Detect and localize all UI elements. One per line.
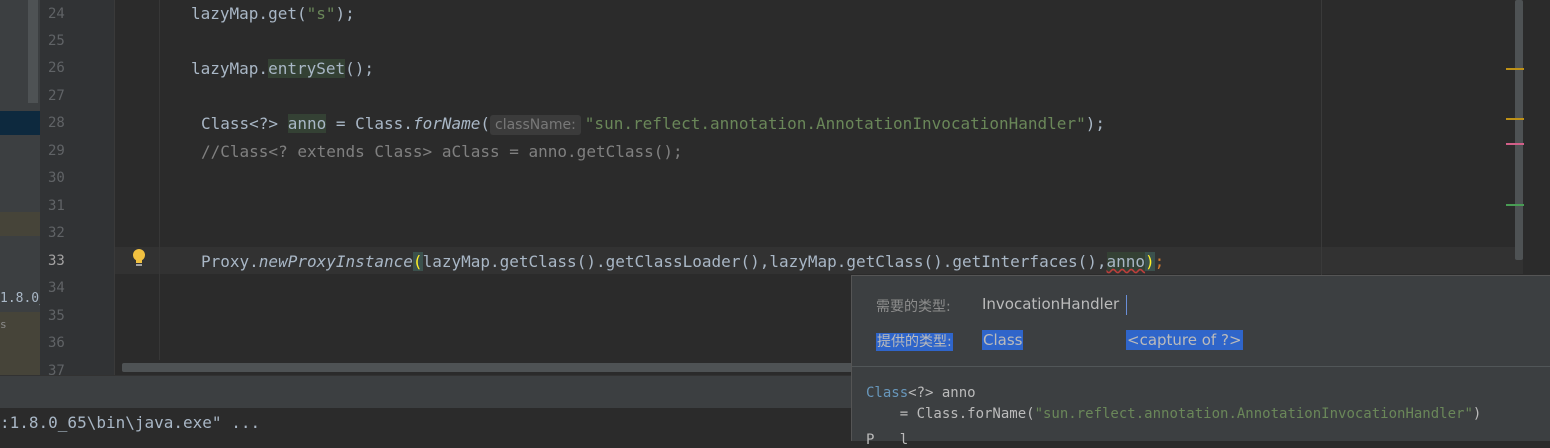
provided-type-label: 提供的类型:	[876, 331, 953, 351]
declaration-line-2: = Class.forName("sun.reflect.annotation.…	[866, 406, 1482, 422]
warning-marker[interactable]	[1506, 68, 1524, 70]
line-number: 27	[48, 88, 65, 104]
info-marker[interactable]	[1506, 204, 1524, 206]
vertical-scrollbar[interactable]	[1515, 0, 1523, 260]
code-line-29[interactable]: //Class<? extends Class> aClass = anno.g…	[201, 142, 683, 162]
provided-capture-value: <capture of ?>	[1126, 330, 1243, 350]
static-method: forName	[412, 114, 481, 133]
code-line-33[interactable]: Proxy.newProxyInstance(lazyMap.getClass(…	[201, 252, 1164, 272]
panel-selected-row[interactable]	[0, 111, 40, 135]
line-number: 34	[48, 280, 65, 296]
code-token: ();	[345, 59, 375, 78]
code-token: );	[335, 4, 355, 23]
line-number: 28	[48, 115, 65, 131]
popup-divider	[852, 366, 1550, 367]
string-literal: "sun.reflect.annotation.AnnotationInvoca…	[584, 114, 1086, 133]
code-line-26[interactable]: lazyMap.entrySet();	[191, 59, 374, 79]
provided-type-value: Class	[982, 330, 1024, 350]
line-number: 30	[48, 170, 65, 186]
warning-marker[interactable]	[1506, 118, 1524, 120]
matched-paren: (	[412, 252, 423, 271]
code-token: lazyMap.	[191, 59, 269, 78]
code-token: = Class.	[326, 114, 413, 133]
error-marker[interactable]	[1506, 143, 1524, 145]
line-number-gutter: 24 25 26 27 28 29 30 31 32 33 34 35 36 3…	[40, 0, 114, 379]
declaration-code: )	[1472, 406, 1482, 422]
code-token: ;	[1154, 252, 1165, 271]
panel-highlight-row	[0, 212, 40, 236]
provided-type-label-text: 提供的类型:	[876, 333, 953, 351]
type-mismatch-popup: 需要的类型: InvocationHandler 提供的类型: Class <c…	[851, 275, 1550, 448]
variable-anno: anno	[287, 114, 327, 133]
code-token: lazyMap.getClass().getClassLoader(),lazy…	[422, 252, 1107, 271]
line-number: 31	[48, 198, 65, 214]
declaration-type: Class	[866, 385, 909, 401]
lightbulb-icon[interactable]	[131, 248, 147, 268]
panel-scrollbar[interactable]	[28, 0, 38, 103]
left-tool-panel: 1.8.0_ s	[0, 0, 47, 375]
code-token: lazyMap.get(	[191, 4, 307, 23]
code-line-28[interactable]: Class<?> anno = Class.forName(className:…	[201, 114, 1105, 135]
error-argument: anno	[1106, 252, 1146, 271]
provided-capture-text: <capture of ?>	[1126, 330, 1243, 350]
line-number: 32	[48, 225, 65, 241]
required-type-value: InvocationHandler	[982, 295, 1120, 313]
string-literal: "s"	[306, 4, 336, 23]
code-line-24[interactable]: lazyMap.get("s");	[191, 4, 355, 24]
right-margin-guide	[1321, 0, 1322, 275]
code-token: (	[480, 114, 491, 133]
required-type-label: 需要的类型:	[876, 299, 951, 315]
code-token: Class<?>	[201, 114, 288, 133]
line-number: 26	[48, 60, 65, 76]
line-number-current: 33	[48, 253, 65, 269]
code-token: );	[1085, 114, 1105, 133]
indent-guide	[159, 0, 160, 375]
popup-footer-partial: P l	[866, 432, 909, 448]
parameter-hint: className:	[490, 115, 581, 135]
text-caret	[1126, 295, 1127, 315]
panel-fragment-text: s	[0, 318, 7, 331]
fold-divider	[114, 0, 115, 375]
line-number: 29	[48, 143, 65, 159]
console-output: :1.8.0_65\bin\java.exe" ...	[0, 413, 261, 432]
matched-paren: )	[1145, 252, 1155, 271]
line-number: 36	[48, 335, 65, 351]
declaration-code: = Class.forName(	[866, 406, 1035, 422]
static-method: newProxyInstance	[258, 252, 413, 271]
provided-type-value-text: Class	[982, 330, 1024, 350]
code-token: Proxy.	[201, 252, 259, 271]
line-number: 35	[48, 308, 65, 324]
highlighted-method: entrySet	[268, 59, 346, 78]
line-number: 24	[48, 6, 65, 22]
declaration-name: <?> anno	[908, 385, 976, 401]
line-number: 25	[48, 33, 65, 49]
declaration-string: "sun.reflect.annotation.AnnotationInvoca…	[1034, 406, 1473, 422]
popup-type-section: 需要的类型: InvocationHandler 提供的类型: Class <c…	[852, 276, 1550, 366]
declaration-line-1: Class<?> anno	[866, 385, 976, 401]
